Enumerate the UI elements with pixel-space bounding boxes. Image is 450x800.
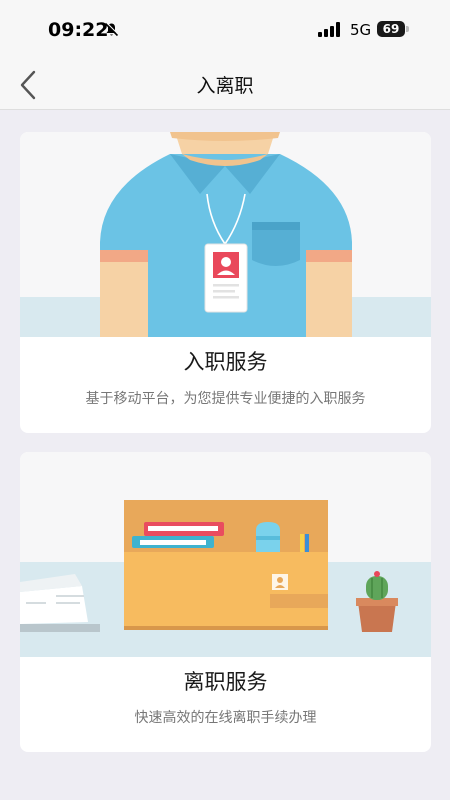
- page-title: 入离职: [196, 75, 254, 97]
- network-type: 5G: [350, 21, 372, 39]
- status-bar: 09:22 5G 69: [0, 0, 450, 60]
- employee-badge-illustration: [20, 132, 431, 337]
- offboarding-description: 快速高效的在线离职手续办理: [134, 710, 317, 726]
- onboarding-description: 基于移动平台，为您提供专业便捷的入职服务: [85, 391, 366, 407]
- cellular-signal-icon: [318, 22, 342, 41]
- offboarding-title: 离职服务: [183, 670, 268, 694]
- desk-box-illustration: [20, 452, 431, 657]
- status-time: 09:22: [48, 19, 109, 41]
- battery-cap: [406, 26, 409, 32]
- onboarding-service-card[interactable]: 入职服务 基于移动平台，为您提供专业便捷的入职服务: [20, 132, 431, 433]
- offboarding-service-card[interactable]: 离职服务 快速高效的在线离职手续办理: [20, 452, 431, 752]
- nav-bar: 入离职: [0, 60, 450, 110]
- battery-level: 69: [377, 21, 405, 37]
- onboarding-title: 入职服务: [183, 350, 268, 374]
- bell-slash-icon: [104, 22, 119, 41]
